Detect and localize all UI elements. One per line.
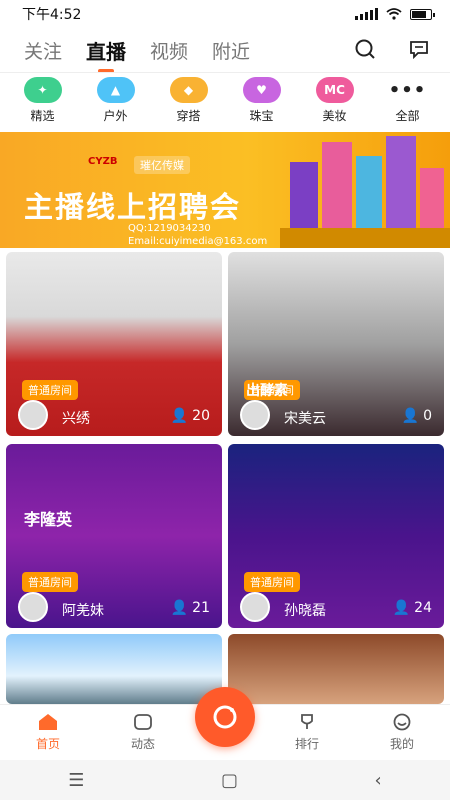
room-badge: 普通房间 (22, 572, 78, 592)
category-label: 精选 (30, 109, 55, 123)
viewer-count-value: 21 (192, 600, 210, 616)
viewer-count: 👤 0 (402, 408, 432, 424)
category-all[interactable]: ••• 全部 (374, 77, 442, 127)
nav-ranking[interactable]: 排行 (277, 713, 337, 752)
top-tabs: 关注 直播 视频 附近 (0, 30, 450, 73)
viewer-count-value: 0 (423, 408, 432, 424)
category-label: 珠宝 (249, 109, 274, 123)
status-bar: 下午4:52 (0, 0, 450, 28)
tent-icon: ▲ (96, 77, 135, 103)
nav-label: 动态 (130, 737, 155, 751)
bottom-nav: 首页 动态 排行 我的 (0, 687, 450, 761)
menu-icon[interactable]: ☰ (68, 770, 84, 791)
live-card[interactable]: 普通房间 孙晓磊 👤 24 (228, 444, 444, 628)
graduation-cap-icon: ◆ (169, 77, 208, 103)
category-label: 穿搭 (176, 109, 201, 123)
tab-nearby[interactable]: 附近 (212, 37, 250, 64)
category-outdoor[interactable]: ▲ 户外 (82, 77, 150, 127)
home-icon (39, 714, 57, 730)
go-live-button[interactable] (195, 687, 255, 747)
room-badge: 普通房间 (244, 572, 300, 592)
smile-icon (393, 713, 411, 731)
search-icon[interactable] (354, 38, 376, 60)
message-icon[interactable] (408, 38, 430, 60)
more-icon: ••• (388, 77, 427, 103)
streamer-name: 兴绣 (62, 411, 90, 427)
hearts-icon: ♥ (242, 77, 281, 103)
avatar (240, 400, 270, 430)
makeup-icon: MC (315, 77, 354, 103)
wifi-icon (386, 8, 402, 20)
streamer-name: 阿羌妹 (62, 603, 104, 619)
person-icon: 👤 (170, 408, 189, 424)
live-card[interactable]: 普通房间 出酵素 宋美云 👤 0 (228, 252, 444, 436)
streamer-name: 孙晓磊 (284, 603, 326, 619)
nav-feed[interactable]: 动态 (113, 713, 173, 752)
home-square-icon[interactable]: ▢ (221, 770, 238, 791)
nav-label: 排行 (294, 737, 319, 751)
dancer-icon: ✦ (23, 77, 62, 103)
person-icon: 👤 (170, 600, 189, 616)
person-icon: 👤 (401, 408, 420, 424)
promo-banner[interactable]: CYZB 璀亿传媒 主播线上招聘会 QQ:1219034230 Email:cu… (0, 132, 450, 248)
banner-qq: QQ:1219034230 (128, 223, 211, 234)
city-illustration (280, 136, 450, 248)
banner-title: 主播线上招聘会 (24, 190, 242, 224)
streamer-name: 宋美云 (284, 411, 326, 427)
nav-label: 首页 (35, 737, 60, 751)
divider (0, 72, 450, 73)
category-label: 户外 (103, 109, 128, 123)
card-overlay-text: 出酵素 (246, 383, 288, 399)
person-icon: 👤 (392, 600, 411, 616)
banner-email: Email:cuiyimedia@163.com (128, 236, 268, 247)
category-outfit[interactable]: ◆ 穿搭 (155, 77, 223, 127)
nav-home[interactable]: 首页 (18, 713, 78, 752)
nav-label: 我的 (389, 737, 414, 751)
banner-tag: 璀亿传媒 (134, 156, 190, 174)
viewer-count: 👤 24 (393, 600, 432, 616)
status-time: 下午4:52 (22, 7, 82, 23)
category-makeup[interactable]: MC 美妆 (301, 77, 369, 127)
category-label: 全部 (395, 109, 420, 123)
avatar (240, 592, 270, 622)
banner-brand: CYZB (88, 156, 118, 167)
signal-icon (355, 8, 378, 20)
avatar (18, 400, 48, 430)
category-featured[interactable]: ✦ 精选 (9, 77, 77, 127)
trophy-icon (301, 714, 313, 729)
live-card[interactable] (228, 634, 444, 704)
tab-live[interactable]: 直播 (86, 36, 126, 73)
avatar (18, 592, 48, 622)
viewer-count: 👤 20 (171, 408, 210, 424)
back-icon[interactable]: ‹ (375, 770, 382, 791)
viewer-count-value: 24 (414, 600, 432, 616)
live-card[interactable]: 李隆英 普通房间 阿羌妹 👤 21 (6, 444, 222, 628)
camera-icon (213, 705, 237, 729)
live-card[interactable]: 普通房间 兴绣 👤 20 (6, 252, 222, 436)
battery-icon (410, 8, 435, 20)
category-label: 美妆 (322, 109, 347, 123)
category-jewelry[interactable]: ♥ 珠宝 (228, 77, 296, 127)
viewer-count: 👤 21 (171, 600, 210, 616)
room-badge: 普通房间 (22, 380, 78, 400)
card-overlay-text: 李隆英 (24, 510, 73, 529)
tab-video[interactable]: 视频 (150, 37, 188, 64)
feed-icon (134, 714, 152, 730)
nav-profile[interactable]: 我的 (372, 713, 432, 752)
category-bar: ✦ 精选 ▲ 户外 ◆ 穿搭 ♥ 珠宝 MC 美妆 ••• 全部 (0, 77, 450, 127)
live-card[interactable] (6, 634, 222, 704)
tab-follow[interactable]: 关注 (24, 37, 62, 64)
viewer-count-value: 20 (192, 408, 210, 424)
system-nav: ☰ ▢ ‹ (0, 760, 450, 800)
